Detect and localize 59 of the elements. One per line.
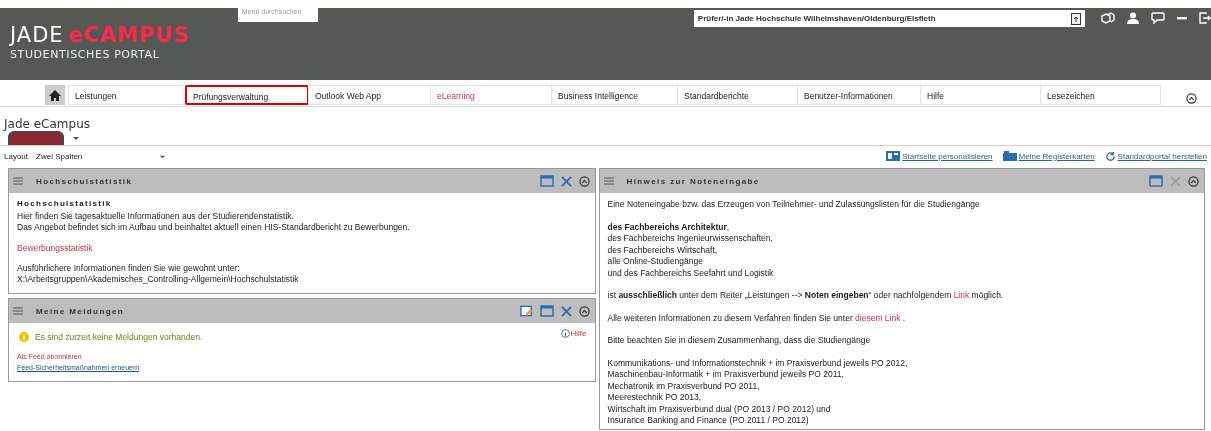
notice-paragraph: des Fachbereichs Architektur, des Fachbereichs Ingenieurwissenschaften, des Fachbereichs Wirtschaft, alle Online-Studiengänge und des Fachbereichs Seefahrt und Logistik [607, 221, 775, 279]
logout-icon[interactable] [1199, 12, 1211, 24]
portal-action-link[interactable]: Startseite personalisieren [886, 150, 993, 162]
nav-tab[interactable]: Standardberichte [677, 85, 798, 105]
collapse-icon[interactable] [578, 175, 590, 187]
logo-subtitle: STUDENTISCHES PORTAL [10, 48, 161, 61]
refresh-icon[interactable] [1104, 150, 1116, 162]
info-notice: Es sind zurzeit keine Meldungen vorhanden. [17, 329, 561, 345]
path-text: Ausführlichere Informationen finden Sie wie gewohnt unter: X:\Arbeitsgruppen\Akademisches_Controlling-Allgemein\Hochschulstatistik [17, 263, 300, 285]
portal-tab[interactable] [8, 131, 64, 145]
inline-link[interactable]: diesem Link [855, 312, 901, 323]
inline-link[interactable]: Link [953, 290, 970, 300]
portal-action-link[interactable]: Standardportal herstellen [1104, 150, 1207, 162]
notice-paragraph: ist ausschließlich unter dem Reiter „Leistungen --> Noten eingeben“ oder nachfolgendem Link möglich. [607, 290, 1005, 302]
collapse-icon[interactable] [1186, 92, 1197, 104]
nav-tab[interactable]: Lesezeichen [1040, 85, 1161, 105]
section-heading: Hochschulstatistik [17, 199, 113, 208]
panel-title: Hochschulstatistik [36, 176, 133, 186]
document-icon[interactable] [1071, 12, 1081, 25]
logo-accent-text: eCAMPUS [68, 24, 190, 46]
role-field[interactable]: Prüfer/-in Jade Hochschule Wilhelmshaven/Oldenburg/Elsfleth [693, 10, 1085, 27]
statistics-link[interactable]: Bewerbungsstatistik [17, 243, 587, 253]
folder-icon[interactable] [1002, 151, 1017, 161]
cubes-icon[interactable] [1101, 12, 1115, 24]
logo-text: JADE [10, 24, 64, 46]
page-title: Jade eCampus [4, 117, 91, 131]
description-text: Hier finden Sie tagesaktuelle Informationen aus der Studierendenstatistik. Das Angebot befindet sich im Aufbau und beinhaltet aktuell einen HIS-Standardbericht zu Bewerbungen. [17, 211, 411, 233]
layout-label: Layout [4, 151, 29, 161]
user-icon[interactable] [1127, 12, 1139, 24]
close-icon[interactable] [560, 175, 572, 187]
panel-title: Hinweis zur Noteneingabe [626, 176, 760, 186]
notice-paragraph: Kommunikations- und Informationstechnik + im Praxisverbund jeweils PO 2012, Maschinenbau-Informatik + im Praxisverbund jeweils PO 2011, Mechatronik im Praxisverbund PO 2011, Meerestechnik PO 2013, Wirtschaft im Praxisverbund dual (PO 2013 / PO 2012) und Insurance Banking and Finance (PO 2011 / PO 2012) [607, 357, 909, 427]
layout-dropdown[interactable]: Zwei Spalten [33, 151, 170, 161]
info-icon [19, 332, 29, 342]
notice-paragraph: Eine Noteneingabe bzw. das Erzeugen von Teilnehmer- und Zulassungslisten für die Studiengänge [607, 199, 981, 211]
nav-tab[interactable]: Prüfungsverwaltung [185, 85, 309, 105]
nav-tab[interactable]: Leistungen [68, 85, 186, 105]
notice-paragraph: Alle weiteren Informationen zu diesem Verfahren finden Sie unter diesem Link . [607, 312, 907, 324]
nav-tab[interactable]: Hilfe [920, 85, 1041, 105]
nav-tab[interactable]: eLearning [430, 85, 552, 105]
close-icon[interactable] [560, 305, 572, 317]
maximize-icon[interactable] [539, 305, 554, 317]
caret-icon[interactable] [72, 134, 80, 142]
collapse-icon[interactable] [578, 305, 590, 317]
note-icon[interactable] [519, 305, 533, 317]
portal-action-link[interactable]: Meine Registerkarten [1002, 150, 1095, 162]
help-link[interactable]: Hilfe [560, 329, 587, 338]
info-icon[interactable] [560, 329, 570, 338]
maximize-icon[interactable] [1149, 175, 1163, 187]
notice-paragraph: Bitte beachten Sie in diesem Zusammenhang, dass die Studiengänge [607, 335, 872, 347]
nav-tab[interactable]: Outlook Web App [308, 85, 431, 105]
layout-icon[interactable] [886, 151, 901, 161]
nav-tab[interactable]: Business Intelligence [551, 85, 678, 105]
maximize-icon[interactable] [539, 175, 554, 187]
collapse-icon[interactable] [1188, 175, 1199, 187]
nav-tab[interactable]: Benutzer-Informationen [797, 85, 921, 105]
home-icon[interactable] [45, 85, 65, 105]
panel-title: Meine Meldungen [36, 306, 125, 316]
chat-icon[interactable] [1151, 12, 1165, 24]
